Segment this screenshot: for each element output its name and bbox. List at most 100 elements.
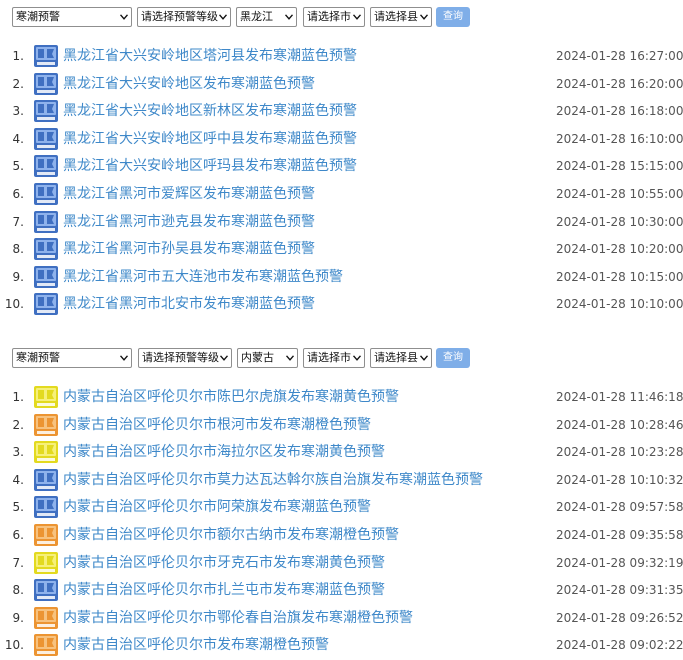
select-value: 请选择预警等级: [142, 351, 219, 364]
warning-title-link[interactable]: 黑龙江省大兴安岭地区呼玛县发布寒潮蓝色预警: [63, 153, 357, 179]
warning-title-link[interactable]: 黑龙江省大兴安岭地区发布寒潮蓝色预警: [63, 71, 315, 97]
warning-title-link[interactable]: 内蒙古自治区呼伦贝尔市海拉尔区发布寒潮黄色预警: [63, 439, 385, 465]
item-number: 5.: [12, 500, 24, 515]
warning-panel-2: 寒潮预警 请选择预警等级 内蒙古 请选择市 请选择县 查询 1. 内蒙古自治区呼伦…: [0, 348, 683, 660]
county-select[interactable]: 请选择县: [370, 348, 432, 368]
item-number: 10.: [4, 297, 24, 312]
item-number: 3.: [12, 104, 24, 119]
cold-wave-yellow-warning-icon: [34, 441, 58, 464]
list-item[interactable]: 9. 黑龙江省黑河市五大连池市发布寒潮蓝色预警 2024-01-28 10:15:0…: [0, 264, 683, 290]
warning-title-link[interactable]: 内蒙古自治区呼伦贝尔市额尔古纳市发布寒潮橙色预警: [63, 522, 399, 548]
warning-title-link[interactable]: 黑龙江省黑河市逊克县发布寒潮蓝色预警: [63, 209, 315, 235]
list-item[interactable]: 7. 内蒙古自治区呼伦贝尔市牙克石市发布寒潮黄色预警 2024-01-28 09:3…: [0, 550, 683, 576]
county-select[interactable]: 请选择县: [370, 7, 432, 27]
list-item[interactable]: 1. 内蒙古自治区呼伦贝尔市陈巴尔虎旗发布寒潮黄色预警 2024-01-28 11:…: [0, 384, 683, 410]
list-item[interactable]: 6. 内蒙古自治区呼伦贝尔市额尔古纳市发布寒潮橙色预警 2024-01-28 09:…: [0, 522, 683, 548]
warning-title-link[interactable]: 黑龙江省大兴安岭地区塔河县发布寒潮蓝色预警: [63, 43, 357, 69]
warning-title-link[interactable]: 黑龙江省黑河市爱辉区发布寒潮蓝色预警: [63, 181, 315, 207]
item-number: 10.: [4, 638, 24, 653]
warning-title-link[interactable]: 内蒙古自治区呼伦贝尔市鄂伦春自治旗发布寒潮橙色预警: [63, 605, 413, 631]
list-item[interactable]: 7. 黑龙江省黑河市逊克县发布寒潮蓝色预警 2024-01-28 10:30:00: [0, 209, 683, 235]
warning-title-link[interactable]: 内蒙古自治区呼伦贝尔市发布寒潮橙色预警: [63, 632, 329, 658]
query-button[interactable]: 查询: [436, 348, 470, 368]
list-item[interactable]: 4. 内蒙古自治区呼伦贝尔市莫力达瓦达斡尔族自治旗发布寒潮蓝色预警 2024-01-…: [0, 467, 683, 493]
warning-title-link[interactable]: 内蒙古自治区呼伦贝尔市陈巴尔虎旗发布寒潮黄色预警: [63, 384, 399, 410]
timestamp: 2024-01-28 09:35:58: [556, 528, 683, 542]
warning-title-link[interactable]: 内蒙古自治区呼伦贝尔市牙克石市发布寒潮黄色预警: [63, 550, 385, 576]
list-item[interactable]: 1. 黑龙江省大兴安岭地区塔河县发布寒潮蓝色预警 2024-01-28 16:27:…: [0, 43, 683, 69]
chevron-down-icon: [219, 14, 227, 20]
select-value: 请选择市: [307, 351, 351, 364]
cold-wave-blue-warning-icon: [34, 293, 58, 316]
item-number: 2.: [12, 76, 24, 91]
item-number: 2.: [12, 417, 24, 432]
cold-wave-orange-warning-icon: [34, 524, 58, 546]
warning-title-link[interactable]: 黑龙江省大兴安岭地区新林区发布寒潮蓝色预警: [63, 98, 357, 124]
cold-wave-blue-warning-icon: [34, 45, 58, 67]
list-item[interactable]: 9. 内蒙古自治区呼伦贝尔市鄂伦春自治旗发布寒潮橙色预警 2024-01-28 09…: [0, 605, 683, 631]
chevron-down-icon: [220, 355, 228, 361]
cold-wave-orange-warning-icon: [34, 413, 58, 436]
cold-wave-orange-warning-icon: [34, 634, 58, 657]
item-number: 9.: [12, 610, 24, 625]
city-select[interactable]: 请选择市: [303, 7, 365, 27]
item-number: 4.: [12, 472, 24, 487]
warning-title-link[interactable]: 黑龙江省大兴安岭地区呼中县发布寒潮蓝色预警: [63, 126, 357, 152]
select-value: 寒潮预警: [16, 10, 60, 23]
list-item[interactable]: 3. 黑龙江省大兴安岭地区新林区发布寒潮蓝色预警 2024-01-28 16:18:…: [0, 98, 683, 124]
list-item[interactable]: 2. 内蒙古自治区呼伦贝尔市根河市发布寒潮橙色预警 2024-01-28 10:28…: [0, 412, 683, 438]
timestamp: 2024-01-28 10:10:32: [556, 472, 683, 487]
warning-title-link[interactable]: 黑龙江省黑河市五大连池市发布寒潮蓝色预警: [63, 264, 343, 290]
item-number: 4.: [12, 131, 24, 146]
warning-panel-1: 寒潮预警 请选择预警等级 黑龙江 请选择市 请选择县 查询 1. 黑龙江省大兴安岭…: [0, 7, 683, 317]
list-item[interactable]: 5. 黑龙江省大兴安岭地区呼玛县发布寒潮蓝色预警 2024-01-28 15:15:…: [0, 153, 683, 179]
warning-title-link[interactable]: 内蒙古自治区呼伦贝尔市扎兰屯市发布寒潮蓝色预警: [63, 577, 385, 603]
timestamp: 2024-01-28 10:23:28: [556, 445, 683, 460]
warning-title-link[interactable]: 内蒙古自治区呼伦贝尔市莫力达瓦达斡尔族自治旗发布寒潮蓝色预警: [63, 467, 483, 493]
warning-list: 1. 内蒙古自治区呼伦贝尔市陈巴尔虎旗发布寒潮黄色预警 2024-01-28 11:…: [0, 384, 683, 660]
list-item[interactable]: 2. 黑龙江省大兴安岭地区发布寒潮蓝色预警 2024-01-28 16:20:00: [0, 71, 683, 97]
cold-wave-blue-warning-icon: [34, 183, 58, 205]
list-item[interactable]: 6. 黑龙江省黑河市爱辉区发布寒潮蓝色预警 2024-01-28 10:55:00: [0, 181, 683, 207]
item-number: 9.: [12, 269, 24, 284]
list-item[interactable]: 8. 内蒙古自治区呼伦贝尔市扎兰屯市发布寒潮蓝色预警 2024-01-28 09:3…: [0, 577, 683, 603]
timestamp: 2024-01-28 10:55:00: [556, 187, 683, 201]
cold-wave-yellow-warning-icon: [34, 386, 58, 408]
warning-title-link[interactable]: 内蒙古自治区呼伦贝尔市阿荣旗发布寒潮蓝色预警: [63, 494, 371, 520]
warning-level-select[interactable]: 请选择预警等级: [138, 348, 232, 368]
item-number: 8.: [12, 242, 24, 257]
cold-wave-blue-warning-icon: [34, 238, 58, 261]
timestamp: 2024-01-28 15:15:00: [556, 159, 683, 174]
query-button[interactable]: 查询: [436, 7, 470, 27]
timestamp: 2024-01-28 09:26:52: [556, 610, 683, 625]
province-select[interactable]: 内蒙古: [237, 348, 298, 368]
warning-list: 1. 黑龙江省大兴安岭地区塔河县发布寒潮蓝色预警 2024-01-28 16:27:…: [0, 43, 683, 316]
city-select[interactable]: 请选择市: [303, 348, 365, 368]
cold-wave-blue-warning-icon: [34, 210, 58, 233]
timestamp: 2024-01-28 10:28:46: [556, 417, 683, 432]
chevron-down-icon: [420, 14, 428, 20]
chevron-down-icon: [420, 355, 428, 361]
warning-title-link[interactable]: 黑龙江省黑河市北安市发布寒潮蓝色预警: [63, 291, 315, 317]
list-item[interactable]: 10. 黑龙江省黑河市北安市发布寒潮蓝色预警 2024-01-28 10:10:00: [0, 291, 683, 317]
warning-title-link[interactable]: 内蒙古自治区呼伦贝尔市根河市发布寒潮橙色预警: [63, 412, 371, 438]
warning-level-select[interactable]: 请选择预警等级: [137, 7, 231, 27]
select-value: 寒潮预警: [16, 351, 60, 364]
cold-wave-blue-warning-icon: [34, 496, 58, 519]
list-item[interactable]: 5. 内蒙古自治区呼伦贝尔市阿荣旗发布寒潮蓝色预警 2024-01-28 09:57…: [0, 494, 683, 520]
province-select[interactable]: 黑龙江: [236, 7, 297, 27]
item-number: 3.: [12, 445, 24, 460]
warning-type-select[interactable]: 寒潮预警: [12, 7, 132, 27]
list-item[interactable]: 4. 黑龙江省大兴安岭地区呼中县发布寒潮蓝色预警 2024-01-28 16:10:…: [0, 126, 683, 152]
list-item[interactable]: 10. 内蒙古自治区呼伦贝尔市发布寒潮橙色预警 2024-01-28 09:02:2…: [0, 632, 683, 658]
timestamp: 2024-01-28 11:46:18: [556, 390, 683, 404]
list-item[interactable]: 8. 黑龙江省黑河市孙吴县发布寒潮蓝色预警 2024-01-28 10:20:00: [0, 236, 683, 262]
warning-title-link[interactable]: 黑龙江省黑河市孙吴县发布寒潮蓝色预警: [63, 236, 315, 262]
select-value: 请选择预警等级: [141, 10, 218, 23]
warning-type-select[interactable]: 寒潮预警: [12, 348, 132, 368]
timestamp: 2024-01-28 09:31:35: [556, 583, 683, 598]
list-item[interactable]: 3. 内蒙古自治区呼伦贝尔市海拉尔区发布寒潮黄色预警 2024-01-28 10:2…: [0, 439, 683, 465]
filter-bar: 寒潮预警 请选择预警等级 内蒙古 请选择市 请选择县 查询: [0, 348, 683, 368]
timestamp: 2024-01-28 09:32:19: [556, 555, 683, 570]
chevron-down-icon: [120, 14, 128, 20]
